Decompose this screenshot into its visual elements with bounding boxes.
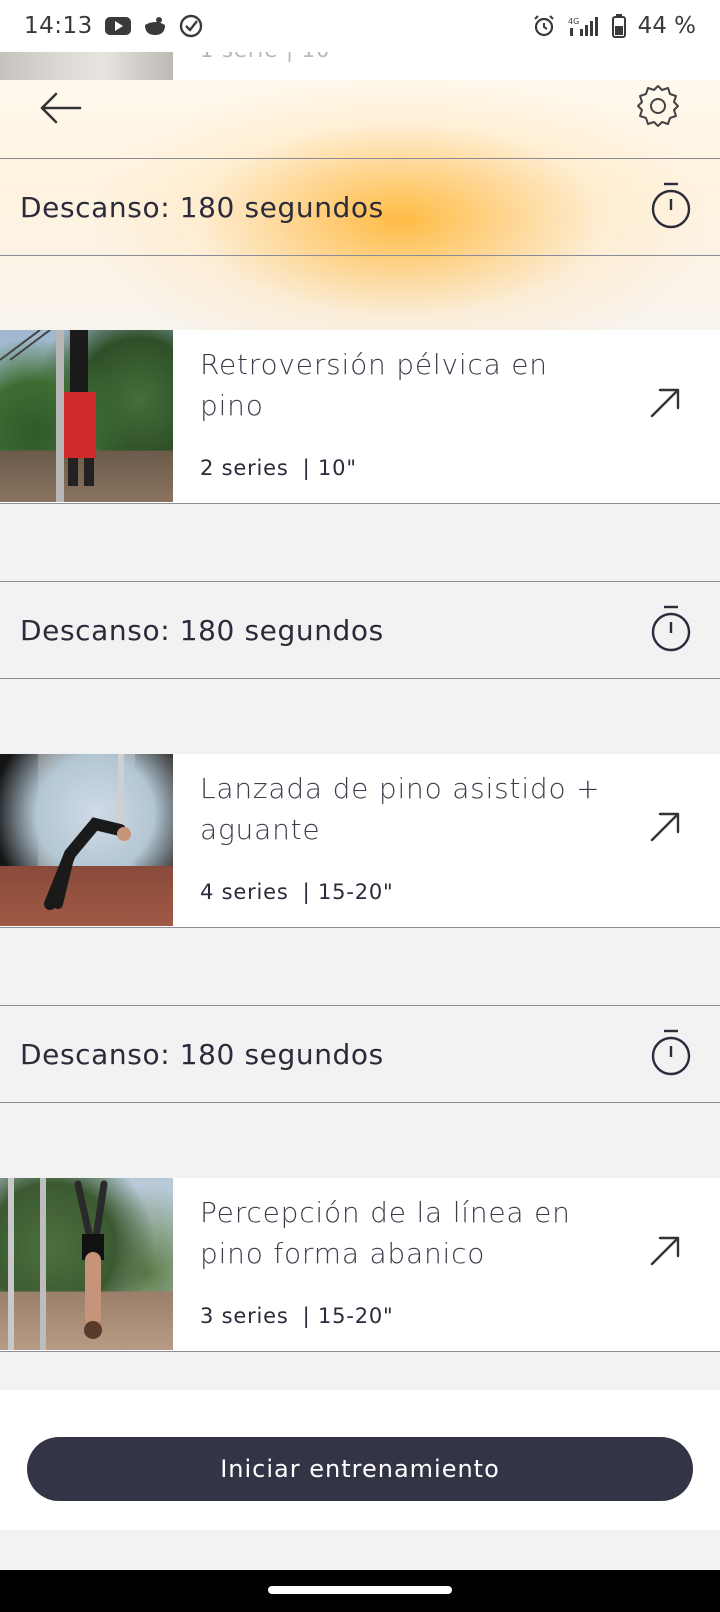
status-bar: 14:13 4G 44 % [0, 0, 720, 52]
start-training-button[interactable]: Iniciar entrenamiento [27, 1437, 693, 1501]
arrow-left-icon [38, 91, 82, 129]
open-arrow-icon[interactable] [648, 384, 684, 420]
exercise-meta: 2 series | 10" [200, 456, 357, 480]
home-indicator[interactable] [268, 1586, 452, 1594]
exercise-series: 4 series [200, 880, 289, 904]
exercise-card[interactable]: Lanzada de pino asistido + aguante 4 ser… [0, 754, 720, 928]
back-button[interactable] [36, 86, 84, 134]
bird-notification-icon [143, 15, 167, 37]
exercise-title: Percepción de la línea en pino forma aba… [200, 1196, 571, 1270]
exercise-title: Retroversión pélvica en pino [200, 348, 548, 422]
exercise-series: 3 series [200, 1304, 289, 1328]
svg-text:4G: 4G [568, 17, 579, 26]
check-circle-icon [179, 14, 203, 38]
exercise-meta: 1 serie | 10" [200, 52, 341, 62]
battery-percent: 44 % [637, 13, 696, 39]
exercise-meta: 4 series | 15-20" [200, 880, 393, 904]
battery-icon [611, 14, 626, 38]
settings-button[interactable] [632, 82, 684, 134]
exercise-card[interactable]: Retroversión pélvica en pino 2 series | … [0, 330, 720, 504]
exercise-meta: 3 series | 15-20" [200, 1304, 393, 1328]
youtube-icon [104, 16, 131, 36]
gear-icon [634, 82, 682, 134]
exercise-thumbnail [0, 754, 173, 926]
rest-label: Descanso: 180 segundos [20, 190, 384, 224]
exercise-duration: | 10" [302, 456, 357, 480]
exercise-card[interactable]: Percepción de la línea en pino forma aba… [0, 1178, 720, 1352]
stopwatch-icon [650, 1028, 692, 1085]
bottom-action-area: Iniciar entrenamiento [0, 1390, 720, 1530]
app-header [0, 80, 720, 162]
rest-row: Descanso: 180 segundos [0, 1005, 720, 1103]
previous-exercise-card-partial[interactable]: 1 serie | 10" [0, 52, 720, 80]
rest-label: Descanso: 180 segundos [20, 1037, 384, 1071]
exercise-duration: | 15-20" [302, 880, 394, 904]
exercise-thumbnail [0, 1178, 173, 1350]
signal-4g-icon: 4G [568, 15, 600, 37]
exercise-thumbnail [0, 330, 173, 502]
exercise-duration: | 15-20" [302, 1304, 394, 1328]
rest-row: Descanso: 180 segundos [0, 158, 720, 256]
stopwatch-icon [650, 604, 692, 661]
open-arrow-icon[interactable] [648, 808, 684, 844]
rest-label: Descanso: 180 segundos [20, 613, 384, 647]
alarm-icon [532, 14, 556, 38]
stopwatch-icon [650, 181, 692, 238]
status-time: 14:13 [24, 13, 93, 39]
exercise-thumbnail [0, 52, 173, 80]
exercise-series: 2 series [200, 456, 289, 480]
rest-row: Descanso: 180 segundos [0, 581, 720, 679]
system-navigation-bar [0, 1570, 720, 1612]
open-arrow-icon[interactable] [648, 1232, 684, 1268]
exercise-title: Lanzada de pino asistido + aguante [200, 772, 601, 846]
